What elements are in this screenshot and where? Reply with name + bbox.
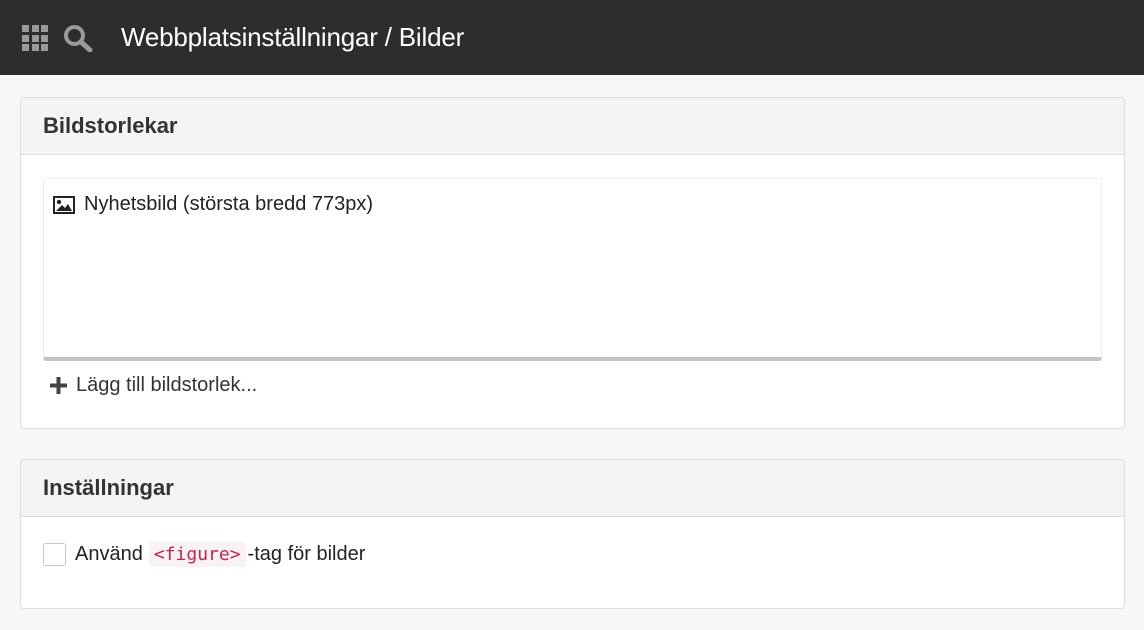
image-sizes-header: Bildstorlekar <box>21 98 1124 155</box>
add-image-size-button[interactable]: Lägg till bildstorlek... <box>50 374 257 397</box>
image-sizes-title: Bildstorlekar <box>43 113 178 138</box>
figure-tag-option: Använd <figure> -tag för bilder <box>43 542 365 567</box>
plus-icon <box>50 377 67 394</box>
page-title: Webbplatsinställningar / Bilder <box>121 22 465 52</box>
figure-option-suffix: -tag för bilder <box>247 543 366 565</box>
figure-code-tag: <figure> <box>148 542 246 567</box>
figure-option-prefix: Använd <box>75 543 143 565</box>
settings-panel: Inställningar Använd <figure> -tag för b… <box>20 459 1125 609</box>
search-icon[interactable] <box>63 24 93 52</box>
grid-icon[interactable] <box>22 25 48 51</box>
figure-tag-checkbox[interactable] <box>43 543 66 566</box>
top-bar: Webbplatsinställningar / Bilder <box>0 0 1144 75</box>
image-icon <box>53 195 75 214</box>
image-size-list: Nyhetsbild (största bredd 773px) <box>43 178 1102 361</box>
image-size-item[interactable]: Nyhetsbild (största bredd 773px) <box>53 193 373 216</box>
image-size-label: Nyhetsbild (största bredd 773px) <box>84 193 374 215</box>
image-sizes-panel: Bildstorlekar Nyhetsbild (största bredd … <box>20 97 1125 429</box>
settings-title: Inställningar <box>43 475 174 500</box>
settings-header: Inställningar <box>21 460 1124 517</box>
add-image-size-label: Lägg till bildstorlek... <box>76 374 258 396</box>
